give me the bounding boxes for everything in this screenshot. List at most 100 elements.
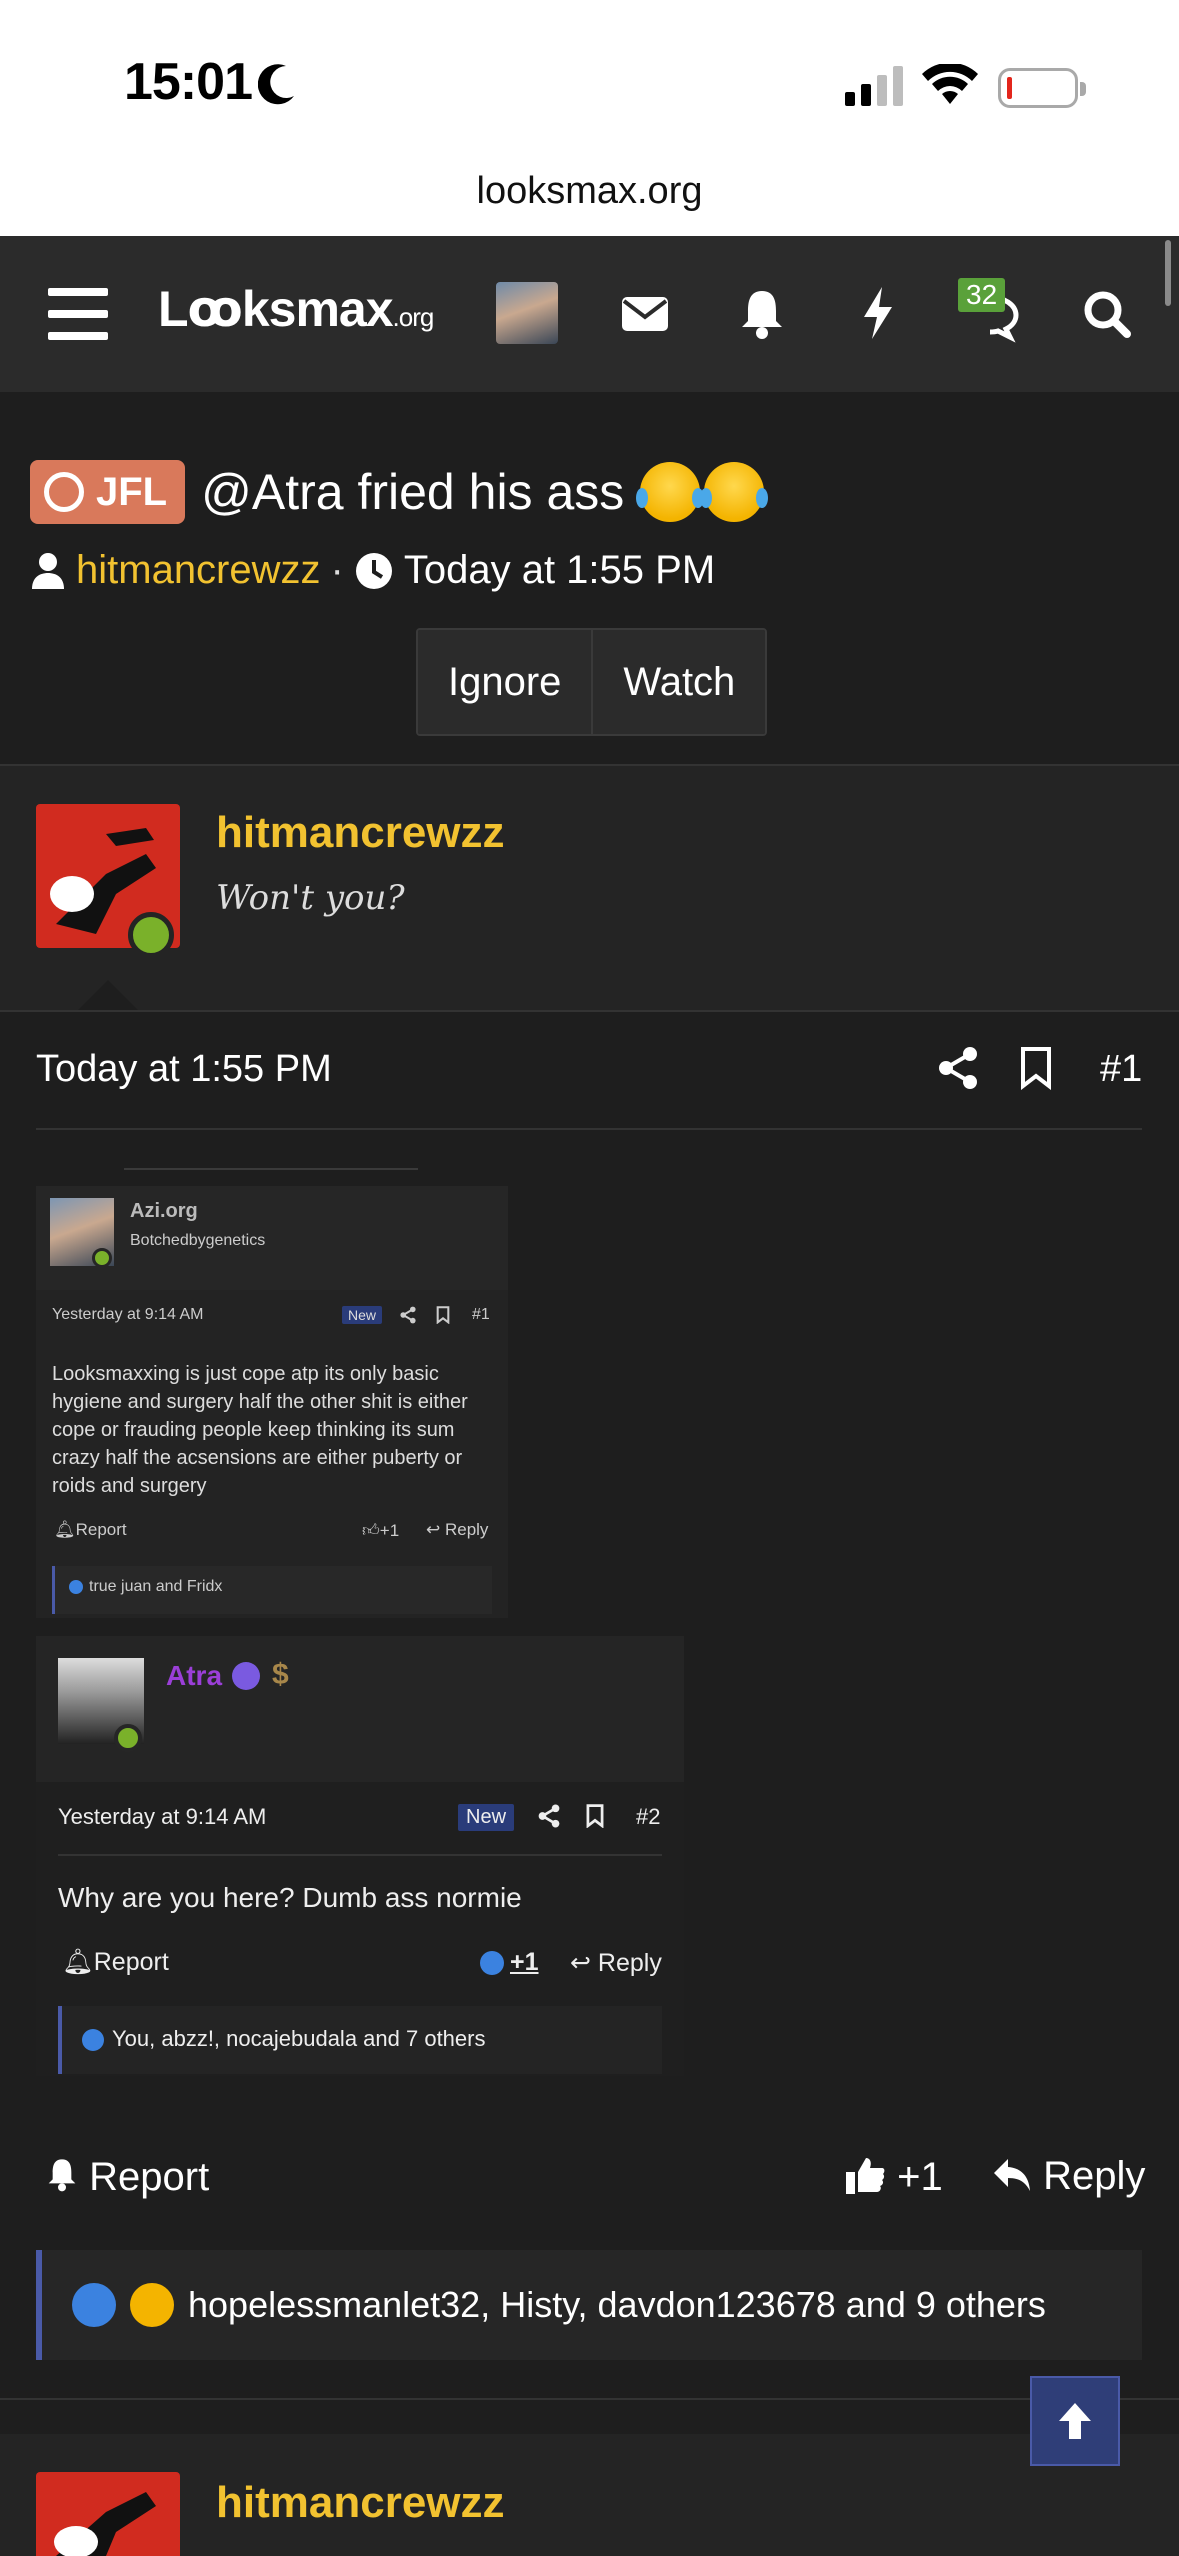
embed2-share-icon bbox=[538, 1804, 560, 1828]
embed1-bookmark-icon bbox=[436, 1306, 450, 1324]
like-count: +1 bbox=[897, 2155, 943, 2199]
embed2-like-count: +1 bbox=[510, 1948, 539, 1976]
report-button[interactable]: Report bbox=[46, 2154, 209, 2200]
bell-icon[interactable] bbox=[740, 283, 784, 343]
divider bbox=[0, 1010, 1179, 1012]
embed1-reactions: true juan and Fridx bbox=[52, 1566, 492, 1614]
embed1-share-icon bbox=[400, 1306, 416, 1324]
embed2-username: Atra bbox=[166, 1660, 223, 1691]
embed1-body: Looksmaxxing is just cope atp its only b… bbox=[52, 1363, 468, 1497]
share-icon[interactable] bbox=[938, 1046, 978, 1090]
next-post-username[interactable]: hitmancrewzz bbox=[216, 2478, 505, 2528]
post-number[interactable]: #1 bbox=[1100, 1048, 1142, 1091]
embed1-post-number: #1 bbox=[472, 1306, 490, 1323]
thread-meta: hitmancrewzz · Today at 1:55 PM bbox=[30, 548, 715, 593]
bookmark-icon[interactable] bbox=[1020, 1046, 1052, 1090]
reaction-users: hopelessmanlet32, Histy, davdon123678 an… bbox=[188, 2284, 1046, 2325]
embed1-like-reaction-icon bbox=[69, 1579, 83, 1594]
conversations-badge: 32 bbox=[958, 278, 1006, 312]
search-icon[interactable] bbox=[1082, 283, 1132, 343]
reply-label: Reply bbox=[1043, 2154, 1146, 2198]
embed2-online-indicator bbox=[114, 1724, 142, 1752]
laughing-reaction-icon bbox=[130, 2283, 174, 2327]
report-label: Report bbox=[89, 2155, 210, 2199]
embed1-report: 🔔︎Report bbox=[54, 1520, 127, 1539]
next-post-avatar[interactable] bbox=[36, 2472, 180, 2556]
embed1-username: Azi.org bbox=[130, 1200, 198, 1222]
moon-icon bbox=[258, 64, 294, 105]
embed1-like-count: +1 bbox=[379, 1521, 400, 1540]
battery-icon bbox=[998, 68, 1086, 108]
post-user-title: Won't you? bbox=[216, 878, 405, 918]
embed-top-line bbox=[124, 1168, 418, 1170]
lightning-icon[interactable] bbox=[860, 283, 896, 343]
embed2-new-badge: New bbox=[458, 1804, 515, 1831]
scroll-to-top-button[interactable] bbox=[1030, 2376, 1120, 2466]
reply-button[interactable]: Reply bbox=[992, 2154, 1145, 2199]
dollar-badge-icon: $ bbox=[272, 1658, 289, 1691]
thread-author[interactable]: hitmancrewzz bbox=[76, 548, 321, 593]
browser-url[interactable]: looksmax.org bbox=[0, 170, 1179, 213]
bell-icon bbox=[48, 2159, 76, 2192]
laughing-crying-emoji-icon bbox=[636, 462, 705, 522]
post-username[interactable]: hitmancrewzz bbox=[216, 808, 505, 858]
embed2-divider bbox=[58, 1854, 662, 1856]
arrow-up-icon bbox=[1059, 2403, 1091, 2439]
wifi-icon bbox=[922, 64, 978, 104]
reply-icon bbox=[994, 2159, 1030, 2191]
embed2-like-reaction-icon bbox=[480, 1951, 504, 1976]
like-reaction-icon bbox=[72, 2283, 116, 2327]
embed1-new-badge: New bbox=[342, 1306, 383, 1324]
embed2-reply: ↩ Reply bbox=[570, 1949, 662, 1977]
laughing-crying-emoji-icon bbox=[700, 462, 769, 522]
embed2-date: Yesterday at 9:14 AM bbox=[58, 1804, 267, 1829]
reaction-summary[interactable]: hopelessmanlet32, Histy, davdon123678 an… bbox=[36, 2250, 1142, 2360]
laugh-prefix-icon bbox=[44, 472, 84, 512]
site-logo[interactable]: Lꝏksmax.org bbox=[158, 280, 435, 338]
nav-user-avatar[interactable] bbox=[496, 282, 558, 344]
embed1-reply: ↩ Reply bbox=[426, 1520, 489, 1539]
inbox-icon[interactable] bbox=[620, 283, 670, 343]
status-time: 15:01 bbox=[124, 53, 253, 111]
message-pointer bbox=[76, 980, 140, 1012]
ignore-button[interactable]: Ignore bbox=[418, 630, 592, 734]
verified-badge-icon bbox=[232, 1662, 260, 1690]
thread-prefix-label: JFL bbox=[96, 469, 168, 514]
thumbs-up-icon bbox=[846, 2158, 885, 2194]
user-icon bbox=[32, 552, 64, 589]
thread-title: JFL @Atra fried his ass bbox=[30, 460, 769, 524]
embed1-date: Yesterday at 9:14 AM bbox=[52, 1306, 204, 1323]
divider bbox=[0, 2398, 1179, 2400]
embed2-body: Why are you here? Dumb ass normie bbox=[58, 1882, 522, 1913]
logo-suffix: .org bbox=[392, 302, 435, 332]
meta-separator: · bbox=[330, 548, 344, 592]
thread-date[interactable]: Today at 1:55 PM bbox=[404, 548, 715, 593]
like-button[interactable]: +1 bbox=[844, 2154, 943, 2200]
thread-prefix[interactable]: JFL bbox=[30, 460, 186, 524]
embed1-report-label: Report bbox=[75, 1520, 127, 1539]
embed2-like-reaction-icon bbox=[82, 2029, 104, 2052]
hamburger-menu-icon[interactable] bbox=[48, 288, 108, 340]
thread-actions: Ignore Watch bbox=[416, 628, 768, 736]
embed2-reply-label: Reply bbox=[597, 1949, 662, 1977]
logo-main: Lꝏksmax bbox=[158, 281, 394, 337]
divider bbox=[36, 1128, 1142, 1130]
watch-button[interactable]: Watch bbox=[591, 630, 766, 734]
online-indicator bbox=[128, 912, 174, 958]
scrollbar[interactable] bbox=[1165, 240, 1171, 306]
embed1-like: 👍︎+1 bbox=[362, 1521, 400, 1540]
post-date[interactable]: Today at 1:55 PM bbox=[36, 1048, 332, 1091]
thread-title-text: @Atra fried his ass bbox=[201, 464, 625, 520]
embed1-online-indicator bbox=[92, 1248, 112, 1268]
embed2-report: 🔔︎Report bbox=[62, 1948, 169, 1976]
embed1-reactions-text: true juan and Fridx bbox=[89, 1578, 223, 1595]
embed2-post-number: #2 bbox=[636, 1804, 661, 1829]
embed1-user-title: Botchedbygenetics bbox=[130, 1232, 266, 1249]
embed2-report-label: Report bbox=[93, 1948, 169, 1976]
embed2-reactions-text: You, abzz!, nocajebudala and 7 others bbox=[112, 2026, 486, 2051]
embed2-bookmark-icon bbox=[586, 1804, 604, 1828]
clock-icon bbox=[355, 552, 392, 589]
signal-icon bbox=[845, 66, 903, 106]
embed2-like: +1 bbox=[480, 1948, 539, 1977]
embed2-reactions: You, abzz!, nocajebudala and 7 others bbox=[58, 2006, 662, 2074]
